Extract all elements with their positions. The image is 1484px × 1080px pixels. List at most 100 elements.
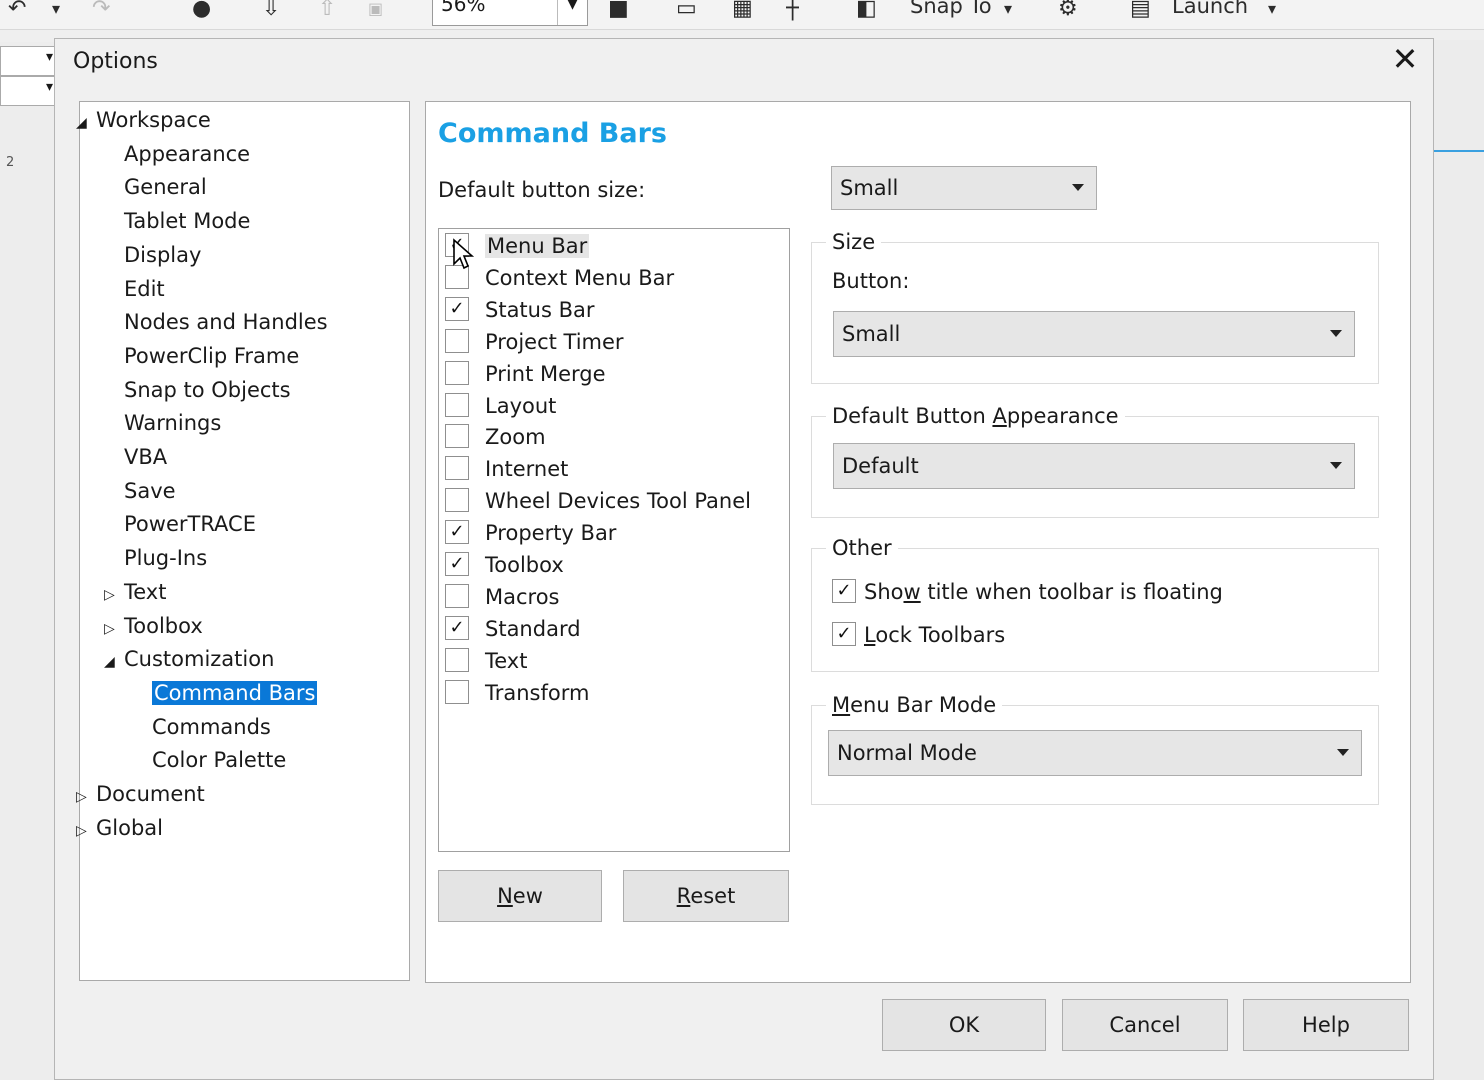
menu-bar-mode-combo[interactable]: Normal Mode (828, 730, 1362, 776)
tree-item-toolbox[interactable]: ▷ Toolbox (104, 612, 203, 642)
command-bar-checkbox[interactable]: ✓ (445, 615, 469, 640)
tree-item-color-palette[interactable]: Color Palette (152, 746, 286, 776)
command-bar-checkbox[interactable] (445, 456, 469, 481)
left-combo-2[interactable] (0, 76, 56, 106)
lock-toolbars-checkbox[interactable]: ✓ (832, 622, 856, 646)
help-button[interactable]: Help (1243, 999, 1409, 1051)
tree-item-edit[interactable]: Edit (124, 275, 165, 305)
tree-collapsed-icon[interactable]: ▷ (76, 817, 96, 845)
tree-item-appearance[interactable]: Appearance (124, 140, 250, 170)
command-bar-checkbox[interactable] (445, 392, 469, 417)
command-bar-checkbox[interactable]: ✓ (445, 552, 469, 576)
tree-item-warnings[interactable]: Warnings (124, 409, 221, 439)
command-bar-item[interactable]: Transform (445, 678, 589, 708)
default-button-appearance-combo[interactable]: Default (833, 443, 1355, 489)
command-bar-item[interactable]: Project Timer (445, 327, 624, 357)
tree-item-snap-to-objects[interactable]: Snap to Objects (124, 376, 291, 406)
ok-button[interactable]: OK (882, 999, 1046, 1051)
command-bar-checkbox[interactable] (445, 583, 469, 608)
tree-expanded-icon[interactable]: ◢ (104, 648, 124, 676)
tree-item-tablet-mode[interactable]: Tablet Mode (124, 207, 250, 237)
show-title-option[interactable]: ✓ Show title when toolbar is floating (832, 577, 1223, 607)
new-button[interactable]: New (438, 870, 602, 922)
snap-icon[interactable]: ◧ (856, 0, 877, 24)
rulers-icon[interactable]: ▭ (676, 0, 697, 24)
corel-connect-icon[interactable]: ● (192, 0, 211, 24)
tree-item-vba[interactable]: VBA (124, 443, 167, 473)
close-icon[interactable]: ✕ (1387, 41, 1423, 77)
tree-expanded-icon[interactable]: ◢ (76, 109, 96, 137)
launch-label[interactable]: Launch (1172, 0, 1248, 18)
command-bar-checkbox[interactable] (445, 488, 469, 513)
command-bars-list[interactable]: ✓ Menu Bar Context Menu Bar ✓ Status Bar Proj… (438, 228, 790, 852)
command-bar-item[interactable]: Zoom (445, 422, 546, 452)
tree-collapsed-icon[interactable]: ▷ (104, 615, 124, 643)
guidelines-icon[interactable]: ┼ (786, 0, 799, 24)
snap-dropdown-icon[interactable]: ▾ (1004, 0, 1012, 24)
command-bar-item[interactable]: ✓ Toolbox (445, 550, 564, 580)
default-button-size-combo[interactable]: Small (831, 166, 1097, 210)
undo-icon[interactable]: ↶ (8, 0, 26, 24)
tree-collapsed-icon[interactable]: ▷ (104, 581, 124, 609)
command-bar-checkbox[interactable] (445, 679, 469, 704)
other-group-label: Other (826, 535, 898, 561)
tree-item-label: Commands (152, 714, 271, 739)
grid-icon[interactable]: ▦ (732, 0, 753, 24)
tree-item-label: Tablet Mode (124, 209, 251, 234)
tree-item-text[interactable]: ▷ Text (104, 578, 166, 608)
button-size-combo[interactable]: Small (833, 311, 1355, 357)
command-bar-item[interactable]: Internet (445, 454, 568, 484)
tree-item-label: Edit (124, 276, 165, 301)
command-bar-checkbox[interactable] (445, 647, 469, 672)
command-bar-item[interactable]: ✓ Status Bar (445, 295, 595, 325)
command-bar-item[interactable]: Print Merge (445, 359, 606, 389)
cancel-button[interactable]: Cancel (1062, 999, 1228, 1051)
lock-toolbars-option[interactable]: ✓ Lock Toolbars (832, 620, 1005, 650)
tree-item-nodes-and-handles[interactable]: Nodes and Handles (124, 308, 328, 338)
command-bar-item[interactable]: Wheel Devices Tool Panel (445, 486, 751, 516)
left-combo-1[interactable] (0, 46, 56, 76)
import-icon[interactable]: ⇩ (262, 0, 280, 24)
tree-item-command-bars[interactable]: Command Bars (152, 679, 318, 709)
launch-dropdown-icon[interactable]: ▾ (1268, 0, 1276, 24)
other-group: Other ✓ Show title when toolbar is floati… (811, 535, 1379, 672)
command-bar-item[interactable]: Macros (445, 582, 560, 612)
tree-item-label: Customization (124, 647, 275, 672)
right-docker-strip (1432, 40, 1484, 1080)
snap-to-label[interactable]: Snap To (910, 0, 992, 18)
launch-icon[interactable]: ▤ (1130, 0, 1151, 24)
tree-item-powerclip-frame[interactable]: PowerClip Frame (124, 342, 299, 372)
tree-item-general[interactable]: General (124, 173, 207, 203)
app-toolbar: ↶ ▾ ↷ ● ⇩ ⇧ ▣ 56% ▼ ■ ▭ ▦ ┼ ◧ Snap To ▾ … (0, 0, 1484, 30)
full-screen-icon[interactable]: ■ (608, 0, 629, 24)
command-bar-label: Wheel Devices Tool Panel (485, 489, 751, 514)
tree-item-workspace[interactable]: ◢ Workspace (76, 106, 211, 136)
command-bar-checkbox[interactable] (445, 328, 469, 353)
tree-item-global[interactable]: ▷ Global (76, 814, 163, 844)
command-bar-item[interactable]: ✓ Standard (445, 614, 581, 644)
command-bar-checkbox[interactable] (445, 360, 469, 385)
tree-item-plug-ins[interactable]: Plug-Ins (124, 544, 207, 574)
command-bar-label: Status Bar (485, 297, 595, 322)
command-bar-item[interactable]: Layout (445, 391, 556, 421)
command-bar-item[interactable]: ✓ Property Bar (445, 518, 616, 548)
tree-item-customization[interactable]: ◢ Customization (104, 645, 274, 675)
command-bar-item[interactable]: Context Menu Bar (445, 263, 674, 293)
reset-button[interactable]: Reset (623, 870, 789, 922)
tree-collapsed-icon[interactable]: ▷ (76, 783, 96, 811)
zoom-level-combo[interactable]: 56% ▼ (432, 0, 588, 26)
command-bar-checkbox[interactable]: ✓ (445, 520, 469, 545)
command-bar-item[interactable]: Text (445, 646, 527, 676)
options-tree[interactable]: ◢ Workspace Appearance General Tablet Mode Di… (76, 101, 410, 981)
show-title-checkbox[interactable]: ✓ (832, 579, 856, 603)
gear-icon[interactable]: ⚙ (1058, 0, 1078, 24)
chevron-down-icon[interactable]: ▼ (557, 0, 587, 25)
tree-item-save[interactable]: Save (124, 477, 176, 507)
undo-dropdown-icon[interactable]: ▾ (52, 0, 60, 24)
command-bar-checkbox[interactable] (445, 424, 469, 449)
tree-item-display[interactable]: Display (124, 241, 201, 271)
tree-item-powertrace[interactable]: PowerTRACE (124, 510, 256, 540)
command-bar-checkbox[interactable]: ✓ (445, 296, 469, 321)
tree-item-commands[interactable]: Commands (152, 713, 271, 743)
tree-item-document[interactable]: ▷ Document (76, 780, 205, 810)
